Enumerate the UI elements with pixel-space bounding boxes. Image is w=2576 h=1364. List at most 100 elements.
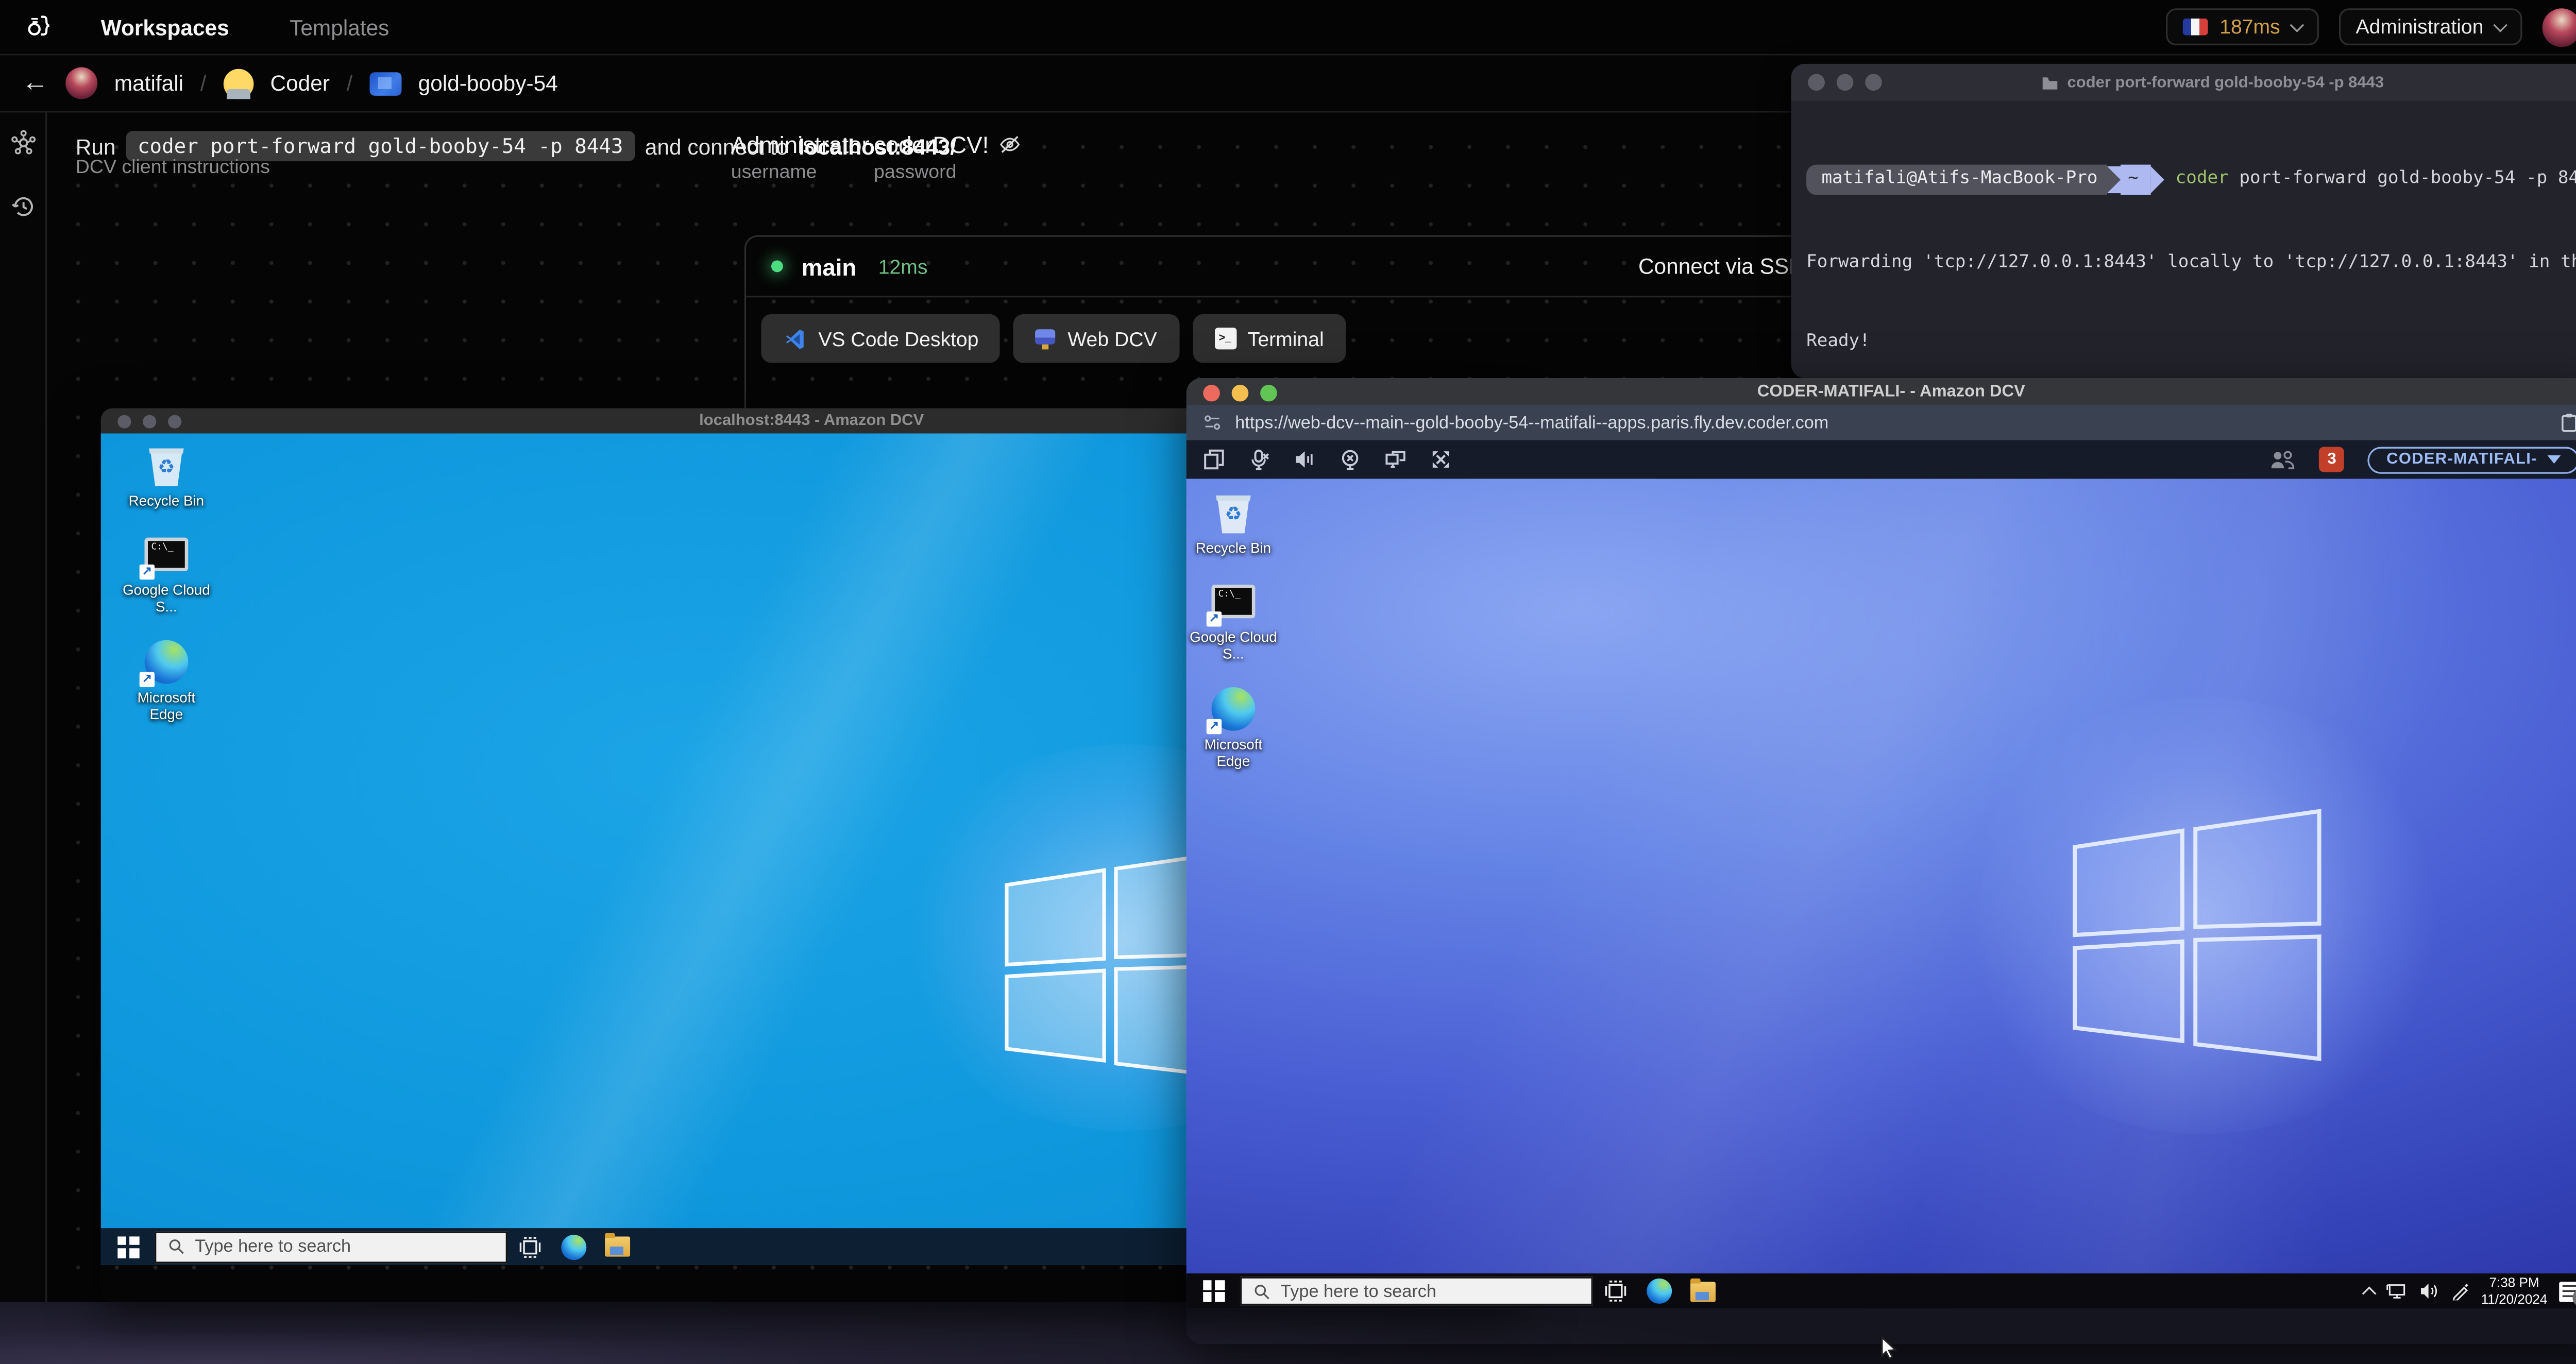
breadcrumb-workspace[interactable]: gold-booby-54 <box>418 71 558 96</box>
edge-logo-icon <box>1646 1278 1671 1304</box>
task-view-button[interactable] <box>507 1228 551 1265</box>
history-icon[interactable] <box>9 193 36 220</box>
zoom-button[interactable] <box>1865 74 1882 91</box>
administration-button[interactable]: Administration <box>2338 8 2522 46</box>
owner-avatar <box>65 67 98 99</box>
desktop-icon-recycle-bin[interactable]: ♻ Recycle Bin <box>117 442 215 509</box>
clipboard-icon[interactable] <box>2559 412 2576 433</box>
desktop-icon-recycle-bin[interactable]: ♻ Recycle Bin <box>1187 489 1282 556</box>
nav-templates[interactable]: Templates <box>290 14 389 40</box>
microphone-muted-icon[interactable] <box>1248 449 1270 470</box>
windows-hero-logo <box>2073 809 2321 1061</box>
prompt-path-segment: ~ <box>2121 165 2150 195</box>
minimize-button[interactable] <box>1836 74 1854 91</box>
shortcut-arrow-badge: ↗ <box>1206 611 1222 627</box>
port-forward-command[interactable]: coder port-forward gold-booby-54 -p 8443 <box>126 131 635 162</box>
powerline-arrow-icon <box>2108 166 2122 194</box>
command-name: coder <box>2175 168 2229 189</box>
recycle-bin-icon: ♻ <box>149 447 184 486</box>
shortcut-arrow-badge: ↗ <box>139 565 155 580</box>
zoom-button[interactable] <box>168 414 182 428</box>
session-dropdown-button[interactable]: CODER-MATIFALI- <box>2368 446 2576 473</box>
site-settings-icon[interactable] <box>1203 413 1222 432</box>
dcv-monitor-icon <box>1036 328 1056 349</box>
collaborators-icon[interactable] <box>2270 449 2296 470</box>
webcam-off-icon[interactable] <box>1339 449 1361 470</box>
taskbar-edge-button[interactable] <box>1637 1273 1681 1308</box>
url-bar[interactable]: https://web-dcv--main--gold-booby-54--ma… <box>1186 405 2576 440</box>
eye-off-icon[interactable] <box>999 133 1023 157</box>
search-input[interactable] <box>1280 1281 1558 1302</box>
username-value[interactable]: Administrator <box>731 131 870 158</box>
search-icon <box>1255 1284 1269 1299</box>
volume-icon[interactable] <box>2419 1282 2439 1301</box>
coder-logo-icon[interactable] <box>24 12 54 42</box>
breadcrumb-user[interactable]: matifali <box>114 71 183 96</box>
taskbar-clock[interactable]: 7:38 PM 11/20/2024 <box>2481 1274 2548 1308</box>
clipboard-copy-icon[interactable] <box>1203 449 1225 470</box>
taskbar-edge-button[interactable] <box>551 1228 595 1265</box>
breadcrumb-template[interactable]: Coder <box>270 71 330 96</box>
desktop-icon-google-cloud[interactable]: C:\_ ↗ Google Cloud S... <box>1187 578 1282 663</box>
mouse-cursor <box>1881 1335 1897 1359</box>
start-button[interactable] <box>1187 1273 1240 1308</box>
url-text[interactable]: https://web-dcv--main--gold-booby-54--ma… <box>1235 413 1828 433</box>
pen-icon[interactable] <box>2451 1282 2469 1301</box>
top-nav-bar: Workspaces Templates 187ms Administratio… <box>0 0 2576 56</box>
fullscreen-icon[interactable] <box>1430 449 1452 470</box>
vscode-desktop-button[interactable]: VS Code Desktop <box>761 314 1001 363</box>
desktop-icon-microsoft-edge[interactable]: ↗ Microsoft Edge <box>1187 685 1282 769</box>
nav-workspaces[interactable]: Workspaces <box>101 14 229 40</box>
terminal-titlebar[interactable]: coder port-forward gold-booby-54 -p 8443 <box>1791 63 2576 101</box>
close-button[interactable] <box>1808 74 1825 91</box>
terminal-button[interactable]: >_ Terminal <box>1192 314 1346 363</box>
dcv-client-instructions-link[interactable]: DCV client instructions <box>76 158 270 178</box>
close-button[interactable] <box>1203 384 1220 401</box>
speaker-icon[interactable] <box>1294 449 1315 470</box>
multi-monitor-icon[interactable] <box>1384 449 1406 470</box>
shortcut-arrow-badge: ↗ <box>1206 718 1222 734</box>
terminal-output[interactable]: matifali@Atifs-MacBook-Pro ~ coder port-fo… <box>1791 101 2576 378</box>
latency-pill[interactable]: 187ms <box>2165 8 2319 46</box>
start-button[interactable] <box>101 1228 155 1265</box>
dcv-front-titlebar[interactable]: CODER-MATIFALI- - Amazon DCV <box>1186 378 2576 405</box>
web-dcv-button[interactable]: Web DCV <box>1013 314 1179 363</box>
task-view-button[interactable] <box>1593 1273 1637 1308</box>
workspace-thumbnail <box>369 71 402 95</box>
windows-desktop-front[interactable]: ♻ Recycle Bin C:\_ ↗ Google Cloud S... ↗… <box>1186 479 2576 1309</box>
command-args: port-forward gold-booby-54 -p 8443 <box>2228 168 2576 189</box>
resources-icon[interactable] <box>9 129 36 156</box>
taskbar-file-explorer-button[interactable] <box>595 1228 639 1265</box>
taskbar-file-explorer-button[interactable] <box>1680 1273 1724 1308</box>
tray-expand-icon[interactable] <box>2361 1286 2376 1301</box>
powerline-arrow-icon <box>2150 166 2164 194</box>
close-button[interactable] <box>117 414 131 428</box>
minimize-button[interactable] <box>143 414 157 428</box>
desktop-icon-microsoft-edge[interactable]: ↗ Microsoft Edge <box>117 638 215 722</box>
username-credential: Administrator username <box>731 131 870 183</box>
user-avatar[interactable] <box>2542 7 2576 46</box>
forwarding-line: Forwarding 'tcp://127.0.0.1:8443' locall… <box>1806 252 2576 272</box>
dcv-toolbar: 3 CODER-MATIFALI- <box>1186 440 2576 479</box>
action-center-icon[interactable]: 1 <box>2559 1281 2576 1306</box>
network-icon[interactable] <box>2385 1282 2407 1301</box>
vscode-icon <box>786 329 804 349</box>
windows-taskbar-front[interactable]: 7:38 PM 11/20/2024 1 <box>1186 1273 2576 1309</box>
left-sidebar <box>0 112 47 1364</box>
desktop-icon-google-cloud[interactable]: C:\_ ↗ Google Cloud S... <box>117 531 215 616</box>
viewer-count-badge[interactable]: 3 <box>2319 447 2345 472</box>
technologist-emoji-icon <box>223 68 253 98</box>
search-input[interactable] <box>195 1236 472 1257</box>
edge-logo-icon <box>560 1234 586 1259</box>
taskbar-search-front[interactable] <box>1240 1276 1593 1306</box>
file-explorer-icon <box>604 1233 630 1257</box>
taskbar-search-back[interactable] <box>155 1231 507 1263</box>
zoom-button[interactable] <box>1260 384 1277 401</box>
password-value[interactable]: coderDCV! <box>874 131 989 158</box>
agent-name: main <box>801 252 857 280</box>
terminal-window[interactable]: coder port-forward gold-booby-54 -p 8443… <box>1791 63 2576 378</box>
password-credential: coderDCV! password <box>874 131 1023 183</box>
minimize-button[interactable] <box>1231 384 1249 401</box>
back-arrow-icon[interactable]: ← <box>22 69 48 96</box>
dcv-window-coder-matifali[interactable]: CODER-MATIFALI- - Amazon DCV https://web… <box>1186 378 2576 1344</box>
